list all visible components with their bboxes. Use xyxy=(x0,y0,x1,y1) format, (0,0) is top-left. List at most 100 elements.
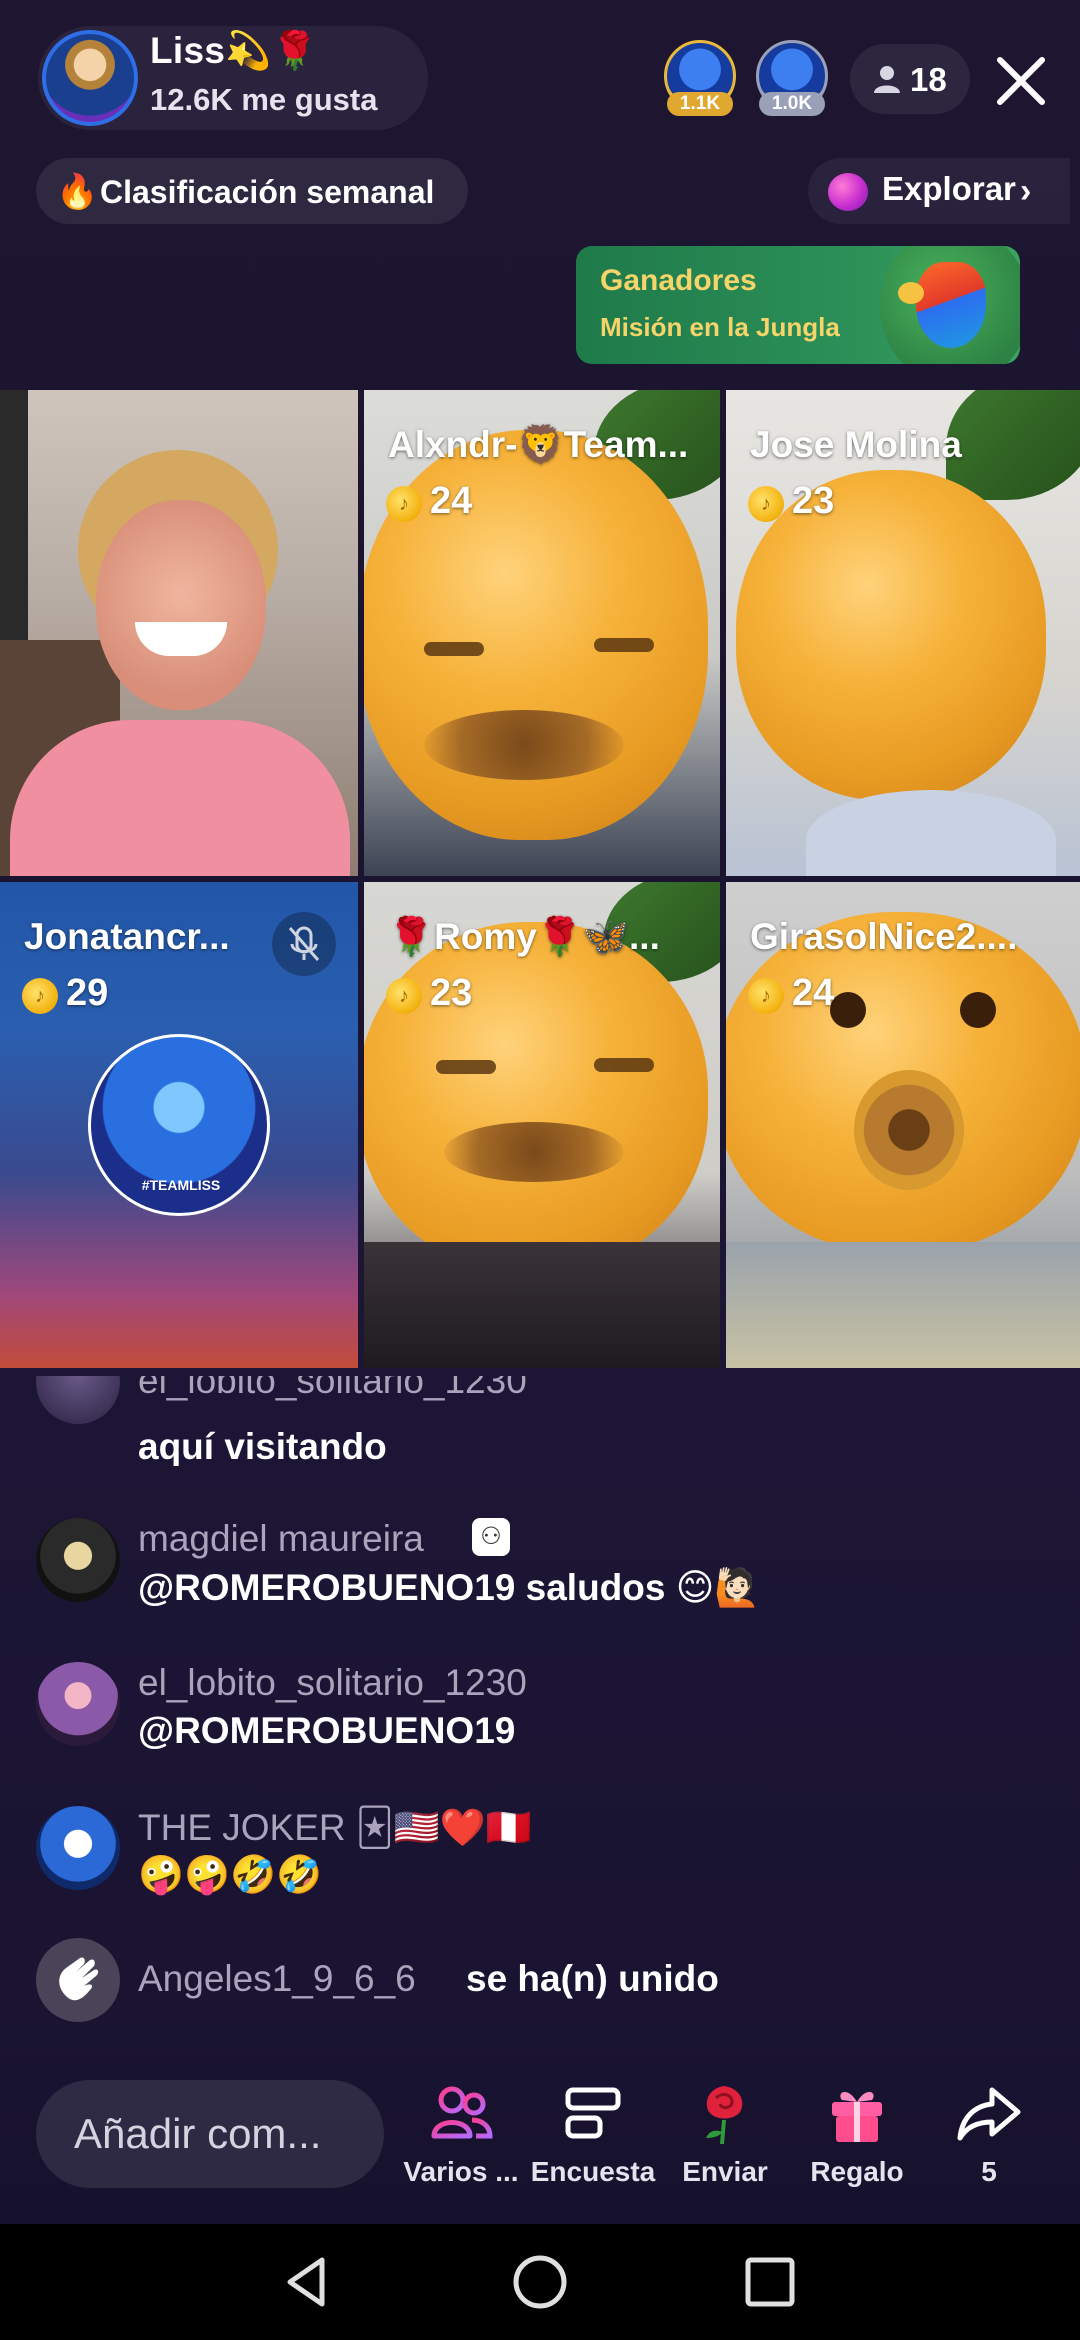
guest-avatar: #TEAMLISS xyxy=(88,1034,270,1216)
flame-icon: 🔥 xyxy=(56,173,99,211)
send-label: Enviar xyxy=(682,2156,768,2187)
user-avatar[interactable] xyxy=(36,1806,120,1890)
face xyxy=(96,500,266,710)
joined-username[interactable]: Angeles1_9_6_6 xyxy=(138,1958,416,2000)
weekly-ranking-button[interactable]: 🔥 Clasificación semanal xyxy=(36,158,468,224)
chat-username[interactable]: magdiel maureira xyxy=(138,1518,424,1560)
eye xyxy=(830,992,866,1028)
multi-guest-label: Varios ... xyxy=(403,2156,519,2187)
mouth xyxy=(424,710,624,780)
chat-message[interactable]: el_lobito_solitario_1230 aquí visitando xyxy=(36,1376,1036,1466)
coin-icon: ♪ xyxy=(748,978,784,1014)
comment-input[interactable] xyxy=(36,2080,384,2188)
home-icon[interactable] xyxy=(510,2252,570,2312)
poll-button[interactable]: Encuesta xyxy=(528,2080,658,2190)
viewer-count-button[interactable]: 18 xyxy=(850,44,970,114)
tv-edge xyxy=(0,390,28,650)
avatar-caption: #TEAMLISS xyxy=(141,1177,221,1193)
top-viewer-badge: 1.1K xyxy=(667,92,733,116)
jungle-mission-banner[interactable]: Ganadores Misión en la Jungla xyxy=(576,246,1020,364)
chat-message[interactable]: THE JOKER 🃏🇺🇸❤️🇵🇪 🤪🤪🤣🤣 xyxy=(36,1806,1036,1916)
mic-off-icon xyxy=(288,926,320,961)
chat-text: 🤪🤪🤣🤣 xyxy=(138,1854,323,1895)
friends-badge-icon: ⚇ xyxy=(472,1518,510,1556)
parrot-beak xyxy=(898,282,924,304)
poll-label: Encuesta xyxy=(530,2156,656,2187)
poll-icon xyxy=(565,2087,621,2139)
chat-message[interactable]: magdiel maureira ⚇ @ROMEROBUENO19 saludo… xyxy=(36,1518,1036,1628)
gift-label: Regalo xyxy=(810,2156,904,2187)
chat-text: aquí visitando xyxy=(138,1426,387,1466)
guest-tile[interactable]: Alxndr-🦁Team... ♪ 24 xyxy=(364,390,720,876)
orange-face xyxy=(736,470,1046,800)
mic-off-button[interactable] xyxy=(272,912,336,976)
host-avatar[interactable] xyxy=(42,30,138,126)
back-icon[interactable] xyxy=(278,2252,338,2312)
share-count: 5 xyxy=(981,2156,997,2187)
guest-name: 🌹Romy🌹🦋... xyxy=(388,916,660,957)
pink-shirt xyxy=(10,720,350,876)
gift-icon xyxy=(832,2091,882,2142)
rose-icon xyxy=(706,2086,743,2145)
planet-icon xyxy=(828,173,868,211)
host-likes: 12.6K me gusta xyxy=(150,82,378,117)
guest-score: 23 xyxy=(430,972,473,1014)
guest-name: GirasolNice2.... xyxy=(750,916,1018,957)
weekly-ranking-label: Clasificación semanal xyxy=(100,174,435,210)
viewer-count: 18 xyxy=(910,61,947,98)
recents-icon[interactable] xyxy=(740,2252,800,2312)
join-notice: Angeles1_9_6_6 se ha(n) unido xyxy=(36,1938,1036,2024)
explore-button[interactable]: Explorar › xyxy=(808,158,1070,224)
user-avatar[interactable] xyxy=(36,1662,120,1746)
chat-username[interactable]: el_lobito_solitario_1230 xyxy=(138,1662,527,1704)
explore-label: Explorar xyxy=(882,170,1016,207)
coin-icon: ♪ xyxy=(386,978,422,1014)
chat-message[interactable]: el_lobito_solitario_1230 @ROMEROBUENO19 xyxy=(36,1662,1036,1772)
guest-tile[interactable]: 🌹Romy🌹🦋... ♪ 23 xyxy=(364,882,720,1368)
share-icon xyxy=(957,2087,1021,2141)
banner-subtitle: Misión en la Jungla xyxy=(600,312,840,342)
eye xyxy=(424,642,484,656)
guest-score: 29 xyxy=(66,972,109,1014)
eye xyxy=(960,992,996,1028)
chat-username[interactable]: THE JOKER 🃏🇺🇸❤️🇵🇪 xyxy=(138,1806,532,1850)
guest-score: 24 xyxy=(430,480,473,522)
guest-tile-host[interactable] xyxy=(0,390,358,876)
mouth xyxy=(444,1122,624,1182)
eye xyxy=(594,638,654,652)
people-icon xyxy=(431,2086,493,2139)
guest-tile[interactable]: GirasolNice2.... ♪ 24 xyxy=(726,882,1080,1368)
shirt xyxy=(806,790,1056,876)
eye xyxy=(436,1060,496,1074)
user-avatar[interactable] xyxy=(36,1518,120,1602)
guest-tile[interactable]: Jose Molina ♪ 23 xyxy=(726,390,1080,876)
person-icon xyxy=(874,66,900,93)
coin-icon: ♪ xyxy=(748,486,784,522)
send-rose-button[interactable]: Enviar xyxy=(660,2080,790,2190)
shirt xyxy=(726,1242,1080,1368)
top-viewer-badge: 1.0K xyxy=(759,92,825,116)
guest-tile-muted[interactable]: Jonatancr... ♪ 29 #TEAMLISS xyxy=(0,882,358,1368)
joined-text: se ha(n) unido xyxy=(466,1958,719,1999)
chat-text: @ROMEROBUENO19 saludos 😊🙋🏻 xyxy=(138,1567,761,1608)
chevron-right-icon: › xyxy=(1020,172,1032,210)
parrot-icon xyxy=(916,262,986,348)
share-button[interactable]: 5 xyxy=(924,2080,1054,2190)
guest-name: Jose Molina xyxy=(750,424,962,465)
dark-hair xyxy=(364,1242,720,1368)
user-avatar[interactable] xyxy=(36,1376,120,1424)
leaf xyxy=(946,390,1080,500)
mouth xyxy=(854,1070,964,1190)
multi-guest-button[interactable]: Varios ... xyxy=(396,2080,526,2190)
guest-name: Alxndr-🦁Team... xyxy=(388,424,689,465)
guest-score: 24 xyxy=(792,972,835,1014)
chat-username[interactable]: el_lobito_solitario_1230 xyxy=(138,1376,527,1402)
wave-icon xyxy=(36,1938,120,2022)
banner-title: Ganadores xyxy=(600,264,757,297)
close-icon[interactable] xyxy=(992,52,1050,110)
chat-text: @ROMEROBUENO19 xyxy=(138,1710,516,1751)
coin-icon: ♪ xyxy=(386,486,422,522)
gift-button[interactable]: Regalo xyxy=(792,2080,922,2190)
guest-name: Jonatancr... xyxy=(24,916,230,957)
eye xyxy=(594,1058,654,1072)
